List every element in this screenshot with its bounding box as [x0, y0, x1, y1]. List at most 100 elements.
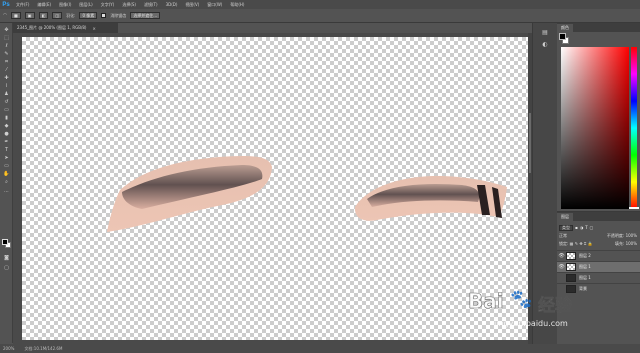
filter-type-icon[interactable]: T [585, 225, 587, 230]
history-panel-icon[interactable]: ▤ [541, 29, 549, 37]
lasso-tool-preset-icon[interactable]: ⌒ [3, 13, 7, 19]
foreground-color-swatch[interactable] [2, 239, 8, 245]
lock-fill-row: 锁定: ▦ ✎ ✥ ⌗ 🔒 填充: 100% [559, 241, 637, 248]
gradient-tool-icon[interactable]: ▮ [3, 115, 10, 121]
layer-filter-kind[interactable]: 类型 [559, 224, 573, 231]
zoom-level[interactable]: 200% [3, 346, 14, 351]
lasso-tool-icon[interactable]: ℓ [3, 43, 10, 49]
paw-icon: 🐾 [510, 289, 533, 310]
color-panel [559, 33, 640, 209]
menu-help[interactable]: 帮助(H) [226, 2, 248, 8]
menu-image[interactable]: 图像(I) [55, 2, 75, 8]
layer-thumbnail [566, 263, 576, 271]
document-tab-title: 2345_图片 @ 200% (图层 1, RGB/8) [17, 25, 87, 30]
menu-file[interactable]: 文件(F) [12, 2, 33, 8]
menu-edit[interactable]: 编辑(E) [33, 2, 55, 8]
selection-mode-add-icon[interactable]: ▣ [24, 12, 35, 19]
properties-panel-icon[interactable]: ◐ [541, 41, 549, 49]
scrollbar-thumb[interactable] [529, 113, 531, 173]
marquee-tool-icon[interactable]: ⬚ [3, 35, 10, 41]
blur-tool-icon[interactable]: ◆ [3, 123, 10, 129]
rectangle-tool-icon[interactable]: ▭ [3, 163, 10, 169]
visibility-eye-icon[interactable]: 👁 [557, 253, 566, 259]
zoom-tool-icon[interactable]: ⌕ [3, 179, 10, 185]
hue-slider-marker[interactable] [629, 207, 639, 209]
opacity-input[interactable]: 100% [626, 233, 637, 238]
path-selection-tool-icon[interactable]: ➤ [3, 155, 10, 161]
antialias-checkbox[interactable] [101, 13, 107, 18]
layer-name[interactable]: 图层 1 [579, 275, 591, 281]
lock-icons[interactable]: ▦ ✎ ✥ ⌗ 🔒 [570, 241, 593, 246]
watermark-brand: Bai [468, 289, 504, 314]
hand-tool-icon[interactable]: ✋ [3, 171, 10, 177]
selection-mode-intersect-icon[interactable]: ◫ [52, 12, 63, 19]
layers-panel-tabs: 图层 [557, 212, 640, 221]
layer-name[interactable]: 图层 1 [579, 264, 591, 270]
healing-brush-tool-icon[interactable]: ✚ [3, 75, 10, 81]
quick-mask-icon[interactable]: ◙ [3, 255, 10, 261]
close-icon[interactable]: × [92, 26, 95, 31]
tab-layers[interactable]: 图层 [557, 213, 573, 221]
feather-input[interactable]: 0 像素 [79, 12, 98, 19]
menu-layer[interactable]: 图层(L) [75, 2, 96, 8]
screen-mode-icon[interactable]: ▢ [3, 265, 10, 271]
selection-mode-subtract-icon[interactable]: ◧ [38, 12, 49, 19]
layer-row-selected[interactable]: 👁 图层 1 [557, 261, 640, 272]
status-bar: 200% 文档:10.1M/142.6M [0, 344, 640, 353]
layer-row[interactable]: 👁 图层 2 [557, 250, 640, 261]
color-fg-bg-swatches[interactable] [559, 33, 569, 45]
brush-tool-icon[interactable]: ⌇ [3, 83, 10, 89]
crop-tool-icon[interactable]: ⌗ [3, 59, 10, 65]
document-area [13, 33, 528, 344]
fg-swatch[interactable] [559, 33, 566, 40]
menu-window[interactable]: 窗口(W) [203, 2, 226, 8]
selection-mode-new-icon[interactable]: ■ [11, 12, 21, 19]
fill-input[interactable]: 100% [626, 241, 637, 246]
color-panel-tabs: 颜色 [557, 23, 640, 32]
tab-color[interactable]: 颜色 [557, 24, 573, 32]
layer-row[interactable]: 图层 1 [557, 272, 640, 283]
menu-3d[interactable]: 3D(D) [162, 2, 182, 7]
pen-tool-icon[interactable]: ✒ [3, 139, 10, 145]
lock-label: 锁定: [559, 241, 569, 246]
blend-mode-select[interactable]: 正常 [559, 233, 567, 240]
menu-select[interactable]: 选择(S) [118, 2, 140, 8]
filter-pixel-icon[interactable]: ▪ [575, 225, 578, 230]
eraser-tool-icon[interactable]: ▭ [3, 107, 10, 113]
menu-type[interactable]: 文字(Y) [97, 2, 119, 8]
clone-stamp-tool-icon[interactable]: ♟ [3, 91, 10, 97]
options-bar: ⌒ ■ ▣ ◧ ◫ 羽化: 0 像素 消除锯齿 选择并遮住... [0, 9, 640, 23]
quick-select-tool-icon[interactable]: ✎ [3, 51, 10, 57]
history-brush-tool-icon[interactable]: ↺ [3, 99, 10, 105]
layer-thumbnail [566, 274, 576, 282]
blend-opacity-row: 正常 不透明度: 100% [559, 233, 637, 240]
document-size: 文档:10.1M/142.6M [24, 345, 63, 351]
dodge-tool-icon[interactable]: ● [3, 131, 10, 137]
layer-name[interactable]: 图层 2 [579, 253, 591, 259]
menu-view[interactable]: 视图(V) [181, 2, 203, 8]
eyebrow-artwork [107, 156, 507, 232]
tools-panel: ✥ ⬚ ℓ ✎ ⌗ ⁄ ✚ ⌇ ♟ ↺ ▭ ▮ ◆ ● ✒ T ➤ ▭ ✋ ⌕ … [0, 23, 13, 343]
canvas[interactable] [22, 37, 528, 340]
visibility-eye-icon[interactable]: 👁 [557, 264, 566, 270]
fill-label: 填充: [614, 241, 625, 246]
layer-filter-row: 类型 ▪ ◑ T ▢ [559, 224, 637, 231]
feather-label: 羽化: [66, 12, 76, 18]
document-tab[interactable]: 2345_图片 @ 200% (图层 1, RGB/8) × [13, 23, 118, 33]
color-picker-field[interactable] [561, 47, 629, 209]
select-and-mask-button[interactable]: 选择并遮住... [130, 12, 161, 19]
hue-slider[interactable] [631, 47, 637, 209]
watermark-url: jingyan.baidu.com [494, 319, 568, 328]
more-tools-icon[interactable]: ⋯ [3, 189, 10, 195]
photoshop-logo: Ps [2, 1, 10, 8]
eyedropper-tool-icon[interactable]: ⁄ [3, 67, 10, 73]
layer-thumbnail [566, 252, 576, 260]
filter-adjustment-icon[interactable]: ◑ [580, 225, 584, 230]
baidu-jingyan-watermark: Bai 🐾 经验 jingyan.baidu.com [468, 289, 608, 339]
move-tool-icon[interactable]: ✥ [3, 27, 10, 33]
antialias-label: 消除锯齿 [110, 12, 127, 18]
menu-bar: Ps 文件(F) 编辑(E) 图像(I) 图层(L) 文字(Y) 选择(S) 滤… [0, 0, 640, 9]
filter-shape-icon[interactable]: ▢ [590, 225, 594, 230]
menu-filter[interactable]: 滤镜(T) [140, 2, 162, 8]
type-tool-icon[interactable]: T [3, 147, 10, 153]
